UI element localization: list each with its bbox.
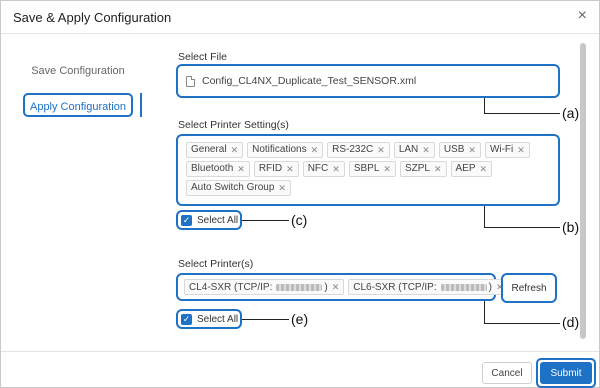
setting-tag-label: RFID <box>258 163 283 174</box>
remove-tag-icon[interactable]: ✕ <box>332 162 340 176</box>
setting-tag[interactable]: Notifications ✕ <box>247 142 324 158</box>
setting-tag[interactable]: General ✕ <box>186 142 244 158</box>
cancel-button[interactable]: Cancel <box>482 362 532 384</box>
callout-e-line <box>242 319 289 320</box>
remove-tag-icon[interactable]: ✕ <box>278 181 286 195</box>
file-name: Config_CL4NX_Duplicate_Test_SENSOR.xml <box>202 75 417 87</box>
submit-button[interactable]: Submit <box>540 362 592 384</box>
setting-tag[interactable]: SBPL ✕ <box>348 161 396 177</box>
remove-tag-icon[interactable]: ✕ <box>383 162 391 176</box>
printer-tag-suffix: ) <box>488 281 492 293</box>
remove-tag-icon[interactable]: ✕ <box>286 162 294 176</box>
setting-tag-label: NFC <box>307 163 329 174</box>
setting-tag[interactable]: LAN ✕ <box>393 142 435 158</box>
setting-tag[interactable]: Bluetooth ✕ <box>186 161 250 177</box>
remove-tag-icon[interactable]: ✕ <box>237 162 245 176</box>
callout-d-line <box>484 323 560 324</box>
sidebar-active-indicator <box>140 93 142 117</box>
setting-tag-label: SBPL <box>353 163 380 174</box>
setting-tag-label: Auto Switch Group <box>191 182 275 193</box>
callout-b-label: (b) <box>562 219 580 235</box>
callout-a-line <box>484 113 560 114</box>
remove-tag-icon[interactable]: ✕ <box>517 143 525 157</box>
callout-d-label: (d) <box>562 314 580 330</box>
remove-tag-icon[interactable]: ✕ <box>468 143 476 157</box>
setting-tag[interactable]: Auto Switch Group ✕ <box>186 180 291 196</box>
setting-tag[interactable]: RFID ✕ <box>253 161 299 177</box>
redacted-ip <box>440 283 487 291</box>
printer-settings-label: Select Printer Setting(s) <box>178 119 289 131</box>
setting-tag-label: General <box>191 144 227 155</box>
setting-tag[interactable]: USB ✕ <box>438 142 481 158</box>
setting-tag-label: Bluetooth <box>191 163 234 174</box>
printers-label: Select Printer(s) <box>178 258 254 270</box>
select-file-field[interactable]: Config_CL4NX_Duplicate_Test_SENSOR.xml <box>176 64 560 98</box>
callout-c-label: (c) <box>291 212 308 228</box>
remove-tag-icon[interactable]: ✕ <box>480 162 488 176</box>
select-all-printers-checkbox[interactable]: ✓ Select All <box>176 309 242 329</box>
setting-tag-label: LAN <box>398 144 419 155</box>
redacted-ip <box>276 283 323 291</box>
setting-tag-label: USB <box>443 144 465 155</box>
select-all-settings-checkbox[interactable]: ✓ Select All <box>176 210 242 230</box>
dialog-titlebar: Save & Apply Configuration × <box>1 1 599 34</box>
printer-settings-multiselect[interactable]: General ✕ Notifications ✕ RS-232C ✕ LAN ✕ USB ✕ Wi… <box>176 134 560 206</box>
remove-tag-icon[interactable]: ✕ <box>332 282 340 293</box>
remove-tag-icon[interactable]: ✕ <box>422 143 430 157</box>
sidebar-item-apply-configuration[interactable]: Apply Configuration <box>23 93 133 117</box>
apply-configuration-dialog: Save & Apply Configuration × Save Config… <box>0 0 600 388</box>
printer-tag[interactable]: CL6-SXR (TCP/IP: ) ✕ <box>348 279 509 295</box>
select-all-settings-label: Select All <box>197 214 239 226</box>
callout-c-line <box>242 220 289 221</box>
sidebar-item-save-configuration[interactable]: Save Configuration <box>23 61 133 81</box>
setting-tag-label: RS-232C <box>332 144 374 155</box>
remove-tag-icon[interactable]: ✕ <box>377 143 385 157</box>
setting-tag-label: Wi-Fi <box>489 144 514 155</box>
refresh-button[interactable]: Refresh <box>501 273 557 303</box>
printer-tag-label: CL4-SXR (TCP/IP: <box>189 281 273 293</box>
printer-settings-tags: General ✕ Notifications ✕ RS-232C ✕ LAN ✕ USB ✕ Wi… <box>186 142 546 196</box>
file-value-row: Config_CL4NX_Duplicate_Test_SENSOR.xml <box>186 75 416 87</box>
printer-tag[interactable]: CL4-SXR (TCP/IP: ) ✕ <box>184 279 345 295</box>
remove-tag-icon[interactable]: ✕ <box>311 143 319 157</box>
close-icon[interactable]: × <box>578 7 587 25</box>
setting-tag[interactable]: Wi-Fi ✕ <box>484 142 530 158</box>
printer-tags: CL4-SXR (TCP/IP: ) ✕ CL6-SXR (TCP/IP: ) … <box>184 279 509 295</box>
checkbox-checked-icon: ✓ <box>181 214 192 226</box>
sidebar: Save Configuration Apply Configuration <box>1 35 142 345</box>
remove-tag-icon[interactable]: ✕ <box>434 162 442 176</box>
checkbox-checked-icon: ✓ <box>181 313 192 325</box>
setting-tag[interactable]: AEP ✕ <box>450 161 493 177</box>
callout-a-line <box>484 98 485 113</box>
dialog-title: Save & Apply Configuration <box>13 10 172 25</box>
setting-tag-label: SZPL <box>404 163 430 174</box>
printers-multiselect[interactable]: CL4-SXR (TCP/IP: ) ✕ CL6-SXR (TCP/IP: ) … <box>176 273 509 301</box>
callout-b-line <box>484 206 485 227</box>
setting-tag[interactable]: SZPL ✕ <box>399 161 447 177</box>
remove-tag-icon[interactable]: ✕ <box>231 143 239 157</box>
callout-e-label: (e) <box>291 311 309 327</box>
select-all-printers-label: Select All <box>197 313 239 325</box>
dialog-footer-divider <box>1 351 599 352</box>
printer-tag-suffix: ) <box>324 281 328 293</box>
printer-tag-label: CL6-SXR (TCP/IP: <box>353 281 437 293</box>
setting-tag[interactable]: RS-232C ✕ <box>327 142 390 158</box>
setting-tag[interactable]: NFC ✕ <box>302 161 345 177</box>
callout-a-label: (a) <box>562 105 580 121</box>
setting-tag-label: AEP <box>455 163 476 174</box>
select-file-label: Select File <box>178 51 228 63</box>
vertical-scrollbar[interactable] <box>580 43 586 339</box>
callout-d-line <box>484 301 485 323</box>
file-icon <box>186 75 195 87</box>
setting-tag-label: Notifications <box>252 144 307 155</box>
callout-b-line <box>484 227 560 228</box>
